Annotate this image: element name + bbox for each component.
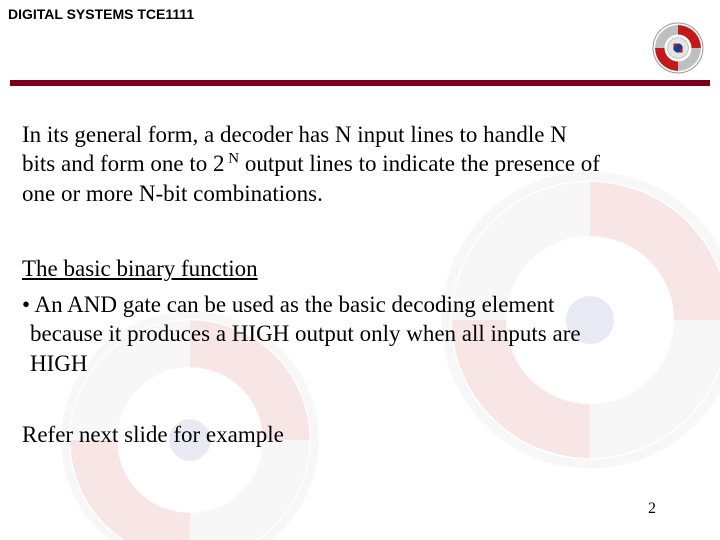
paragraph-decoder-general: In its general form, a decoder has N inp… <box>22 120 720 208</box>
text-line: one or more N-bit combinations. <box>22 179 720 208</box>
institution-logo-icon <box>652 22 704 74</box>
text-fragment: output lines to indicate the presence of <box>239 151 600 176</box>
text-line: • An AND gate can be used as the basic d… <box>22 290 720 319</box>
section-basic-binary-function: The basic binary function • An AND gate … <box>22 254 720 378</box>
course-title: DIGITAL SYSTEMS TCE1111 <box>8 6 194 22</box>
page-number: 2 <box>648 500 656 518</box>
text-line: bits and form one to 2 N output lines to… <box>22 149 720 178</box>
bullet-item: • An AND gate can be used as the basic d… <box>22 290 720 378</box>
superscript-n: N <box>225 151 240 167</box>
slide-body: In its general form, a decoder has N inp… <box>22 120 720 450</box>
text-line: HIGH <box>22 349 720 378</box>
text-line: because it produces a HIGH output only w… <box>22 319 720 348</box>
header-divider <box>10 80 710 86</box>
section-heading: The basic binary function <box>22 254 720 283</box>
text-fragment: bits and form one to 2 <box>22 151 225 176</box>
slide-header: DIGITAL SYSTEMS TCE1111 <box>0 0 720 82</box>
paragraph-refer-next: Refer next slide for example <box>22 420 720 449</box>
text-line: In its general form, a decoder has N inp… <box>22 120 720 149</box>
